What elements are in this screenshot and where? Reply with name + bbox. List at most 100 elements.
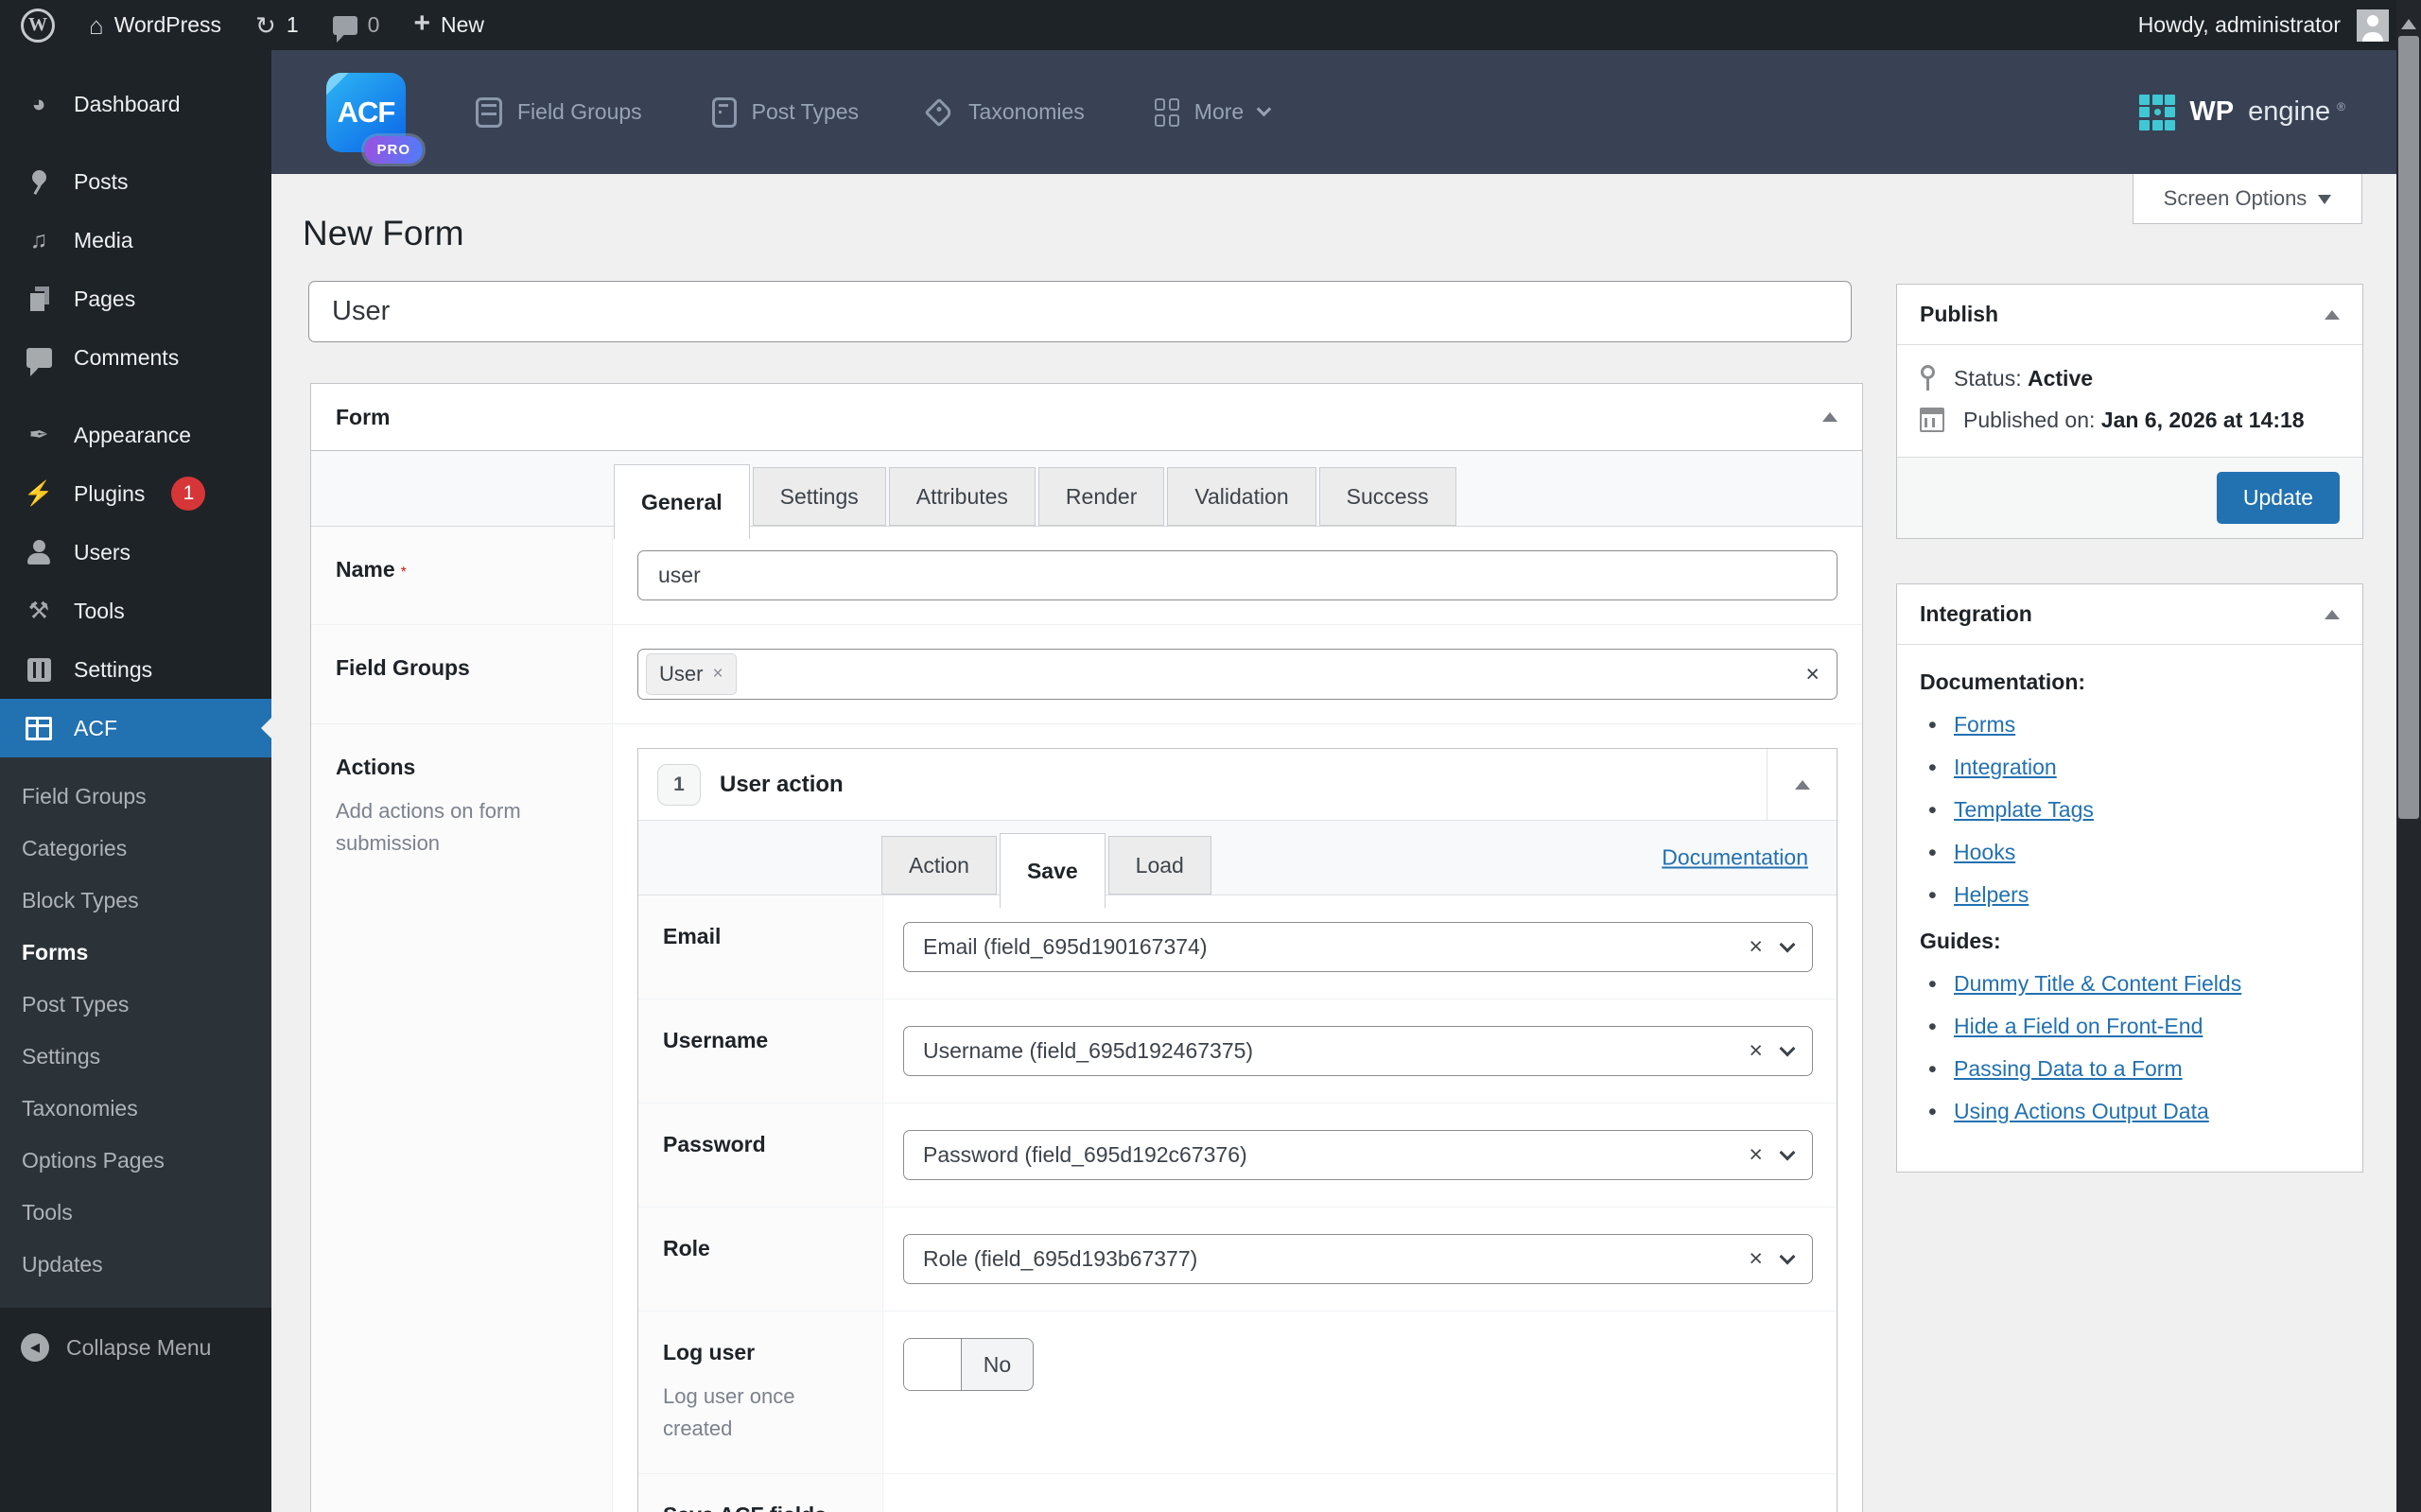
- password-select[interactable]: Password (field_695d192c67376)×: [903, 1130, 1813, 1180]
- publish-panel: Publish Status: Active Published on: Jan…: [1896, 284, 2363, 539]
- account-link[interactable]: Howdy, administrator: [2138, 9, 2389, 42]
- integration-panel: Integration Documentation: Forms Integra…: [1896, 583, 2363, 1173]
- sidebar-item-comments[interactable]: Comments: [0, 328, 271, 387]
- nav-item-label: More: [1194, 99, 1244, 125]
- list-item: Passing Data to a Form: [1920, 1056, 2340, 1082]
- acf-pro-logo[interactable]: ACFPRO: [326, 73, 406, 152]
- collapse-menu-button[interactable]: ◀Collapse Menu: [0, 1321, 271, 1374]
- submenu-item-options-pages[interactable]: Options Pages: [0, 1135, 271, 1187]
- update-button[interactable]: Update: [2217, 472, 2340, 524]
- sidebar-item-users[interactable]: Users: [0, 523, 271, 582]
- clear-icon[interactable]: ×: [1749, 1245, 1763, 1273]
- posts-icon: [23, 169, 55, 195]
- sidebar-item-tools[interactable]: ⚒Tools: [0, 582, 271, 640]
- name-input[interactable]: [637, 550, 1838, 600]
- list-item: Using Actions Output Data: [1920, 1099, 2340, 1124]
- clear-icon[interactable]: ×: [1749, 1141, 1763, 1169]
- email-select[interactable]: Email (field_695d190167374)×: [903, 922, 1813, 972]
- submenu-item-field-groups[interactable]: Field Groups: [0, 771, 271, 823]
- doc-link-helpers[interactable]: Helpers: [1954, 882, 2029, 907]
- visit-site-link[interactable]: ⌂WordPress: [89, 12, 221, 38]
- action-order-handle[interactable]: 1: [657, 764, 701, 806]
- plus-icon: +: [413, 9, 430, 38]
- username-label-cell: Username: [638, 999, 883, 1103]
- clear-icon[interactable]: ×: [1749, 1037, 1763, 1065]
- screen-options-label: Screen Options: [2164, 186, 2308, 211]
- submenu-item-tools[interactable]: Tools: [0, 1187, 271, 1239]
- panel-collapse-toggle[interactable]: [1822, 405, 1838, 422]
- guide-link-dummy-fields[interactable]: Dummy Title & Content Fields: [1954, 971, 2241, 996]
- integration-collapse-toggle[interactable]: [2325, 602, 2340, 619]
- tab-save[interactable]: Save: [1000, 833, 1106, 908]
- howdy-text: Howdy, administrator: [2138, 12, 2341, 38]
- sidebar-item-media[interactable]: ♫Media: [0, 211, 271, 269]
- submenu-item-post-types[interactable]: Post Types: [0, 979, 271, 1031]
- guide-link-hide-field[interactable]: Hide a Field on Front-End: [1954, 1014, 2203, 1038]
- username-select[interactable]: Username (field_695d192467375)×: [903, 1026, 1813, 1076]
- email-row: Email Email (field_695d190167374)×: [638, 895, 1837, 999]
- field-groups-row: Field Groups User× ×: [311, 624, 1862, 723]
- nav-field-groups[interactable]: Field Groups: [476, 97, 642, 128]
- tab-action[interactable]: Action: [881, 836, 997, 895]
- doc-link-template-tags[interactable]: Template Tags: [1954, 797, 2094, 822]
- tab-attributes[interactable]: Attributes: [889, 467, 1036, 526]
- sidebar-item-plugins[interactable]: ⚡Plugins1: [0, 464, 271, 523]
- new-content-link[interactable]: +New: [413, 12, 484, 38]
- sidebar-item-dashboard[interactable]: ◕Dashboard: [0, 75, 271, 133]
- role-select[interactable]: Role (field_695d193b67377)×: [903, 1234, 1813, 1284]
- scrollbar-up-arrow[interactable]: [2401, 11, 2416, 29]
- sidebar-item-acf[interactable]: ACF: [0, 699, 271, 757]
- form-tabs: General Settings Attributes Render Valid…: [311, 451, 1862, 527]
- log-user-toggle[interactable]: No: [903, 1338, 1034, 1391]
- tab-success[interactable]: Success: [1319, 467, 1456, 526]
- sidebar-item-label: ACF: [74, 716, 117, 741]
- form-title-input[interactable]: [308, 281, 1852, 342]
- sidebar-item-appearance[interactable]: ✒Appearance: [0, 406, 271, 464]
- submenu-item-block-types[interactable]: Block Types: [0, 875, 271, 927]
- publish-collapse-toggle[interactable]: [2325, 303, 2340, 320]
- page-title: New Form: [303, 214, 464, 253]
- guide-link-actions-output[interactable]: Using Actions Output Data: [1954, 1099, 2209, 1123]
- sidebar-item-posts[interactable]: Posts: [0, 152, 271, 211]
- nav-post-types[interactable]: Post Types: [712, 97, 859, 128]
- clear-icon[interactable]: ×: [1749, 933, 1763, 961]
- field-groups-icon: [476, 97, 502, 128]
- scrollbar-thumb[interactable]: [2398, 36, 2419, 819]
- tag-remove-icon[interactable]: ×: [712, 664, 723, 685]
- sidebar-item-settings[interactable]: Settings: [0, 640, 271, 699]
- guide-link-passing-data[interactable]: Passing Data to a Form: [1954, 1056, 2183, 1081]
- documentation-link[interactable]: Documentation: [1662, 845, 1808, 871]
- submenu-item-taxonomies[interactable]: Taxonomies: [0, 1083, 271, 1135]
- comments-icon: [333, 16, 357, 35]
- nav-taxonomies[interactable]: Taxonomies: [929, 99, 1085, 125]
- log-user-label-cell: Log user Log user once created: [638, 1312, 883, 1473]
- doc-link-hooks[interactable]: Hooks: [1954, 840, 2015, 864]
- tab-general[interactable]: General: [614, 464, 750, 539]
- screen-options-button[interactable]: Screen Options: [2133, 174, 2362, 224]
- sidebar-item-pages[interactable]: Pages: [0, 269, 271, 328]
- submenu-item-updates[interactable]: Updates: [0, 1239, 271, 1291]
- guides-heading: Guides:: [1920, 929, 2340, 954]
- chevron-down-icon: [1257, 102, 1272, 117]
- updates-link[interactable]: ↻1: [255, 12, 299, 38]
- wordpress-menu-button[interactable]: W: [21, 9, 55, 43]
- submenu-item-settings[interactable]: Settings: [0, 1031, 271, 1083]
- doc-link-forms[interactable]: Forms: [1954, 712, 2015, 737]
- tab-render[interactable]: Render: [1038, 467, 1164, 526]
- name-label: Name: [336, 557, 395, 582]
- action-collapse-toggle[interactable]: [1795, 773, 1810, 790]
- tab-settings[interactable]: Settings: [753, 467, 886, 526]
- comments-link[interactable]: 0: [333, 12, 380, 38]
- password-label-cell: Password: [638, 1104, 883, 1207]
- submenu-item-categories[interactable]: Categories: [0, 823, 271, 875]
- nav-more[interactable]: More: [1155, 98, 1269, 127]
- submenu-item-forms[interactable]: Forms: [0, 927, 271, 979]
- doc-link-integration[interactable]: Integration: [1954, 755, 2057, 779]
- password-field-cell: Password (field_695d192c67376)×: [883, 1104, 1837, 1207]
- tab-load[interactable]: Load: [1108, 836, 1211, 895]
- tab-validation[interactable]: Validation: [1167, 467, 1315, 526]
- field-groups-select[interactable]: User× ×: [637, 649, 1838, 700]
- select-clear-icon[interactable]: ×: [1805, 661, 1820, 688]
- field-group-tag[interactable]: User×: [646, 653, 737, 695]
- sidebar-item-label: Users: [74, 540, 131, 565]
